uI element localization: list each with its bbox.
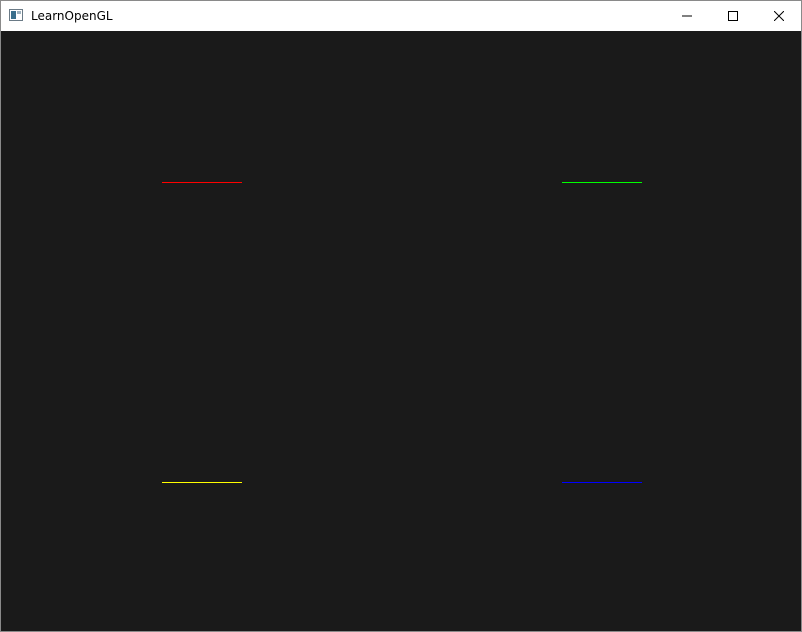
app-window: LearnOpenGL <box>0 0 802 632</box>
blue-line <box>562 482 642 483</box>
maximize-icon <box>728 11 738 21</box>
opengl-viewport[interactable] <box>1 31 801 631</box>
yellow-line <box>162 482 242 483</box>
maximize-button[interactable] <box>710 1 756 31</box>
close-button[interactable] <box>756 1 802 31</box>
minimize-icon <box>682 15 692 17</box>
app-window-icon[interactable] <box>9 9 23 21</box>
close-icon <box>774 11 784 21</box>
window-title: LearnOpenGL <box>31 9 113 23</box>
red-line <box>162 182 242 183</box>
green-line <box>562 182 642 183</box>
minimize-button[interactable] <box>664 1 710 31</box>
title-bar[interactable]: LearnOpenGL <box>1 1 801 31</box>
